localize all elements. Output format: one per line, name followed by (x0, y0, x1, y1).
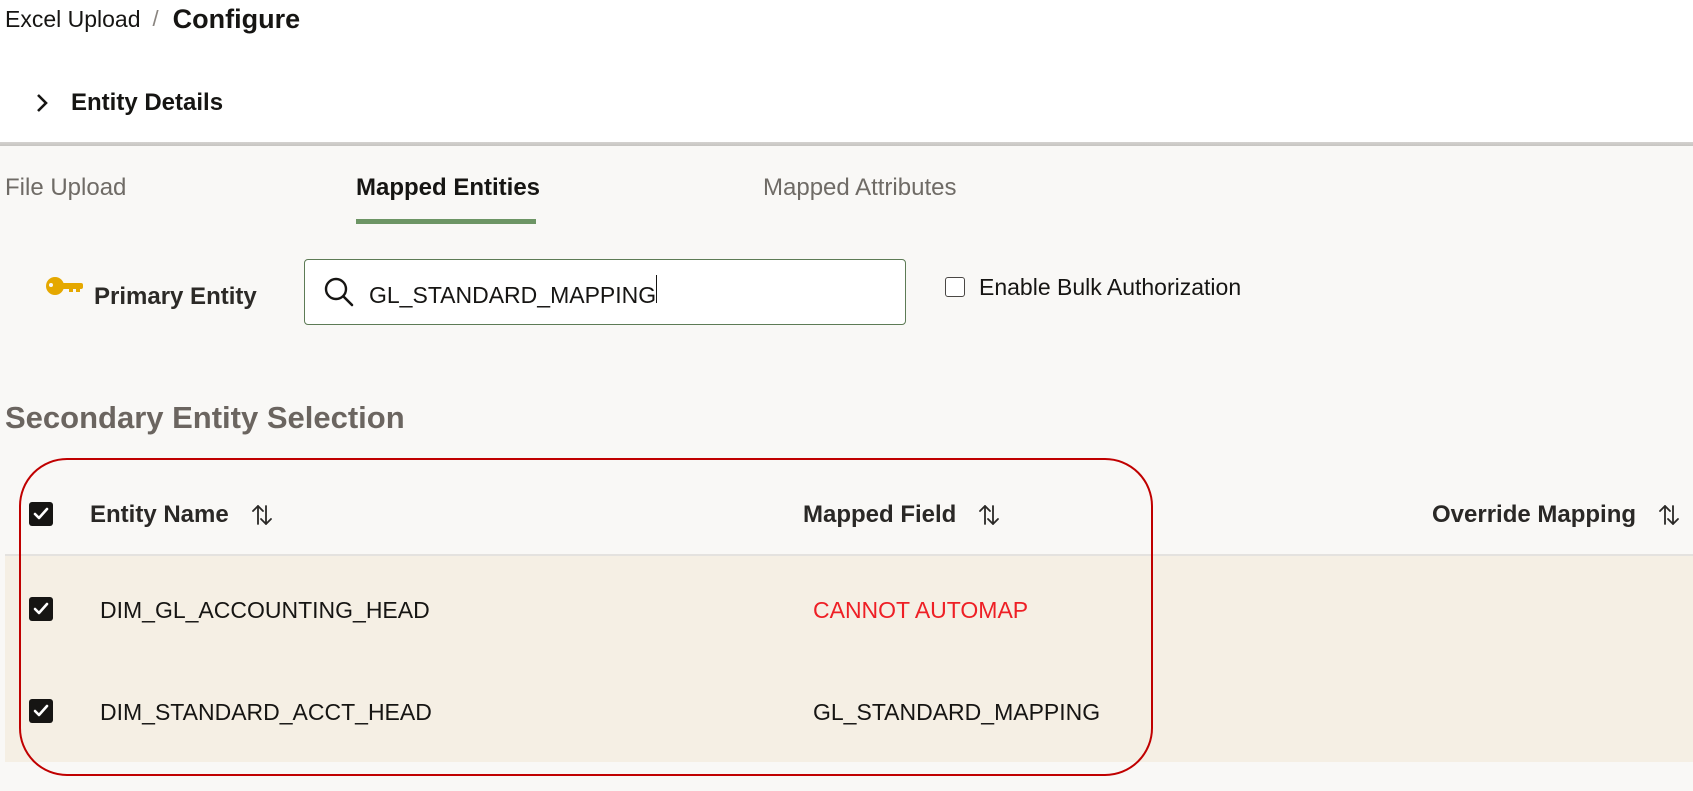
primary-entity-label: Primary Entity (94, 283, 257, 310)
column-header-label: Override Mapping (1432, 501, 1637, 528)
breadcrumb-excel-upload-link[interactable]: Excel Upload (5, 6, 141, 33)
entity-name-cell: DIM_STANDARD_ACCT_HEAD (100, 699, 432, 725)
secondary-entity-selection-heading: Secondary Entity Selection (5, 400, 405, 435)
column-header-mapped-field[interactable]: Mapped Field (803, 500, 1000, 530)
sort-icon[interactable] (1658, 503, 1680, 527)
mapped-field-cell: CANNOT AUTOMAP (813, 597, 1029, 623)
select-all-checkbox[interactable] (29, 502, 53, 526)
entity-name-cell: DIM_GL_ACCOUNTING_HEAD (100, 597, 430, 623)
bulk-authorization-checkbox[interactable] (945, 277, 965, 297)
entity-details-toggle[interactable]: Entity Details (30, 86, 223, 120)
chevron-right-icon (30, 91, 54, 115)
checkmark-icon (33, 602, 49, 615)
tab-mapped-attributes[interactable]: Mapped Attributes (763, 170, 956, 206)
checkmark-icon (33, 704, 49, 717)
tab-mapped-entities[interactable]: Mapped Entities (356, 170, 540, 206)
active-tab-indicator (356, 219, 536, 224)
mapped-field-cell: GL_STANDARD_MAPPING (813, 699, 1101, 725)
key-icon (45, 276, 87, 298)
row-checkbox[interactable] (29, 699, 53, 723)
search-value: GL_STANDARD_MAPPING (369, 282, 657, 308)
tab-file-upload[interactable]: File Upload (5, 170, 126, 206)
column-header-label: Mapped Field (803, 501, 957, 528)
column-header-override-mapping[interactable]: Override Mapping (1432, 500, 1680, 530)
breadcrumb-separator: / (152, 6, 159, 31)
bulk-authorization-label: Enable Bulk Authorization (979, 273, 1242, 300)
primary-entity-search-input[interactable]: GL_STANDARD_MAPPING (369, 275, 889, 309)
page-title: Configure (172, 3, 301, 34)
column-header-entity-name[interactable]: Entity Name (90, 500, 273, 530)
primary-entity-search[interactable]: GL_STANDARD_MAPPING (304, 259, 906, 325)
enable-bulk-authorization[interactable]: Enable Bulk Authorization (945, 272, 1241, 302)
text-caret (656, 275, 658, 303)
checkmark-icon (33, 507, 49, 520)
sort-icon[interactable] (251, 503, 273, 527)
search-icon (323, 276, 355, 308)
column-header-label: Entity Name (90, 501, 229, 528)
table-body (5, 556, 1693, 762)
breadcrumb: Excel Upload / Configure (5, 4, 300, 34)
entity-details-label: Entity Details (71, 89, 224, 116)
row-checkbox[interactable] (29, 597, 53, 621)
sort-icon[interactable] (978, 503, 1000, 527)
